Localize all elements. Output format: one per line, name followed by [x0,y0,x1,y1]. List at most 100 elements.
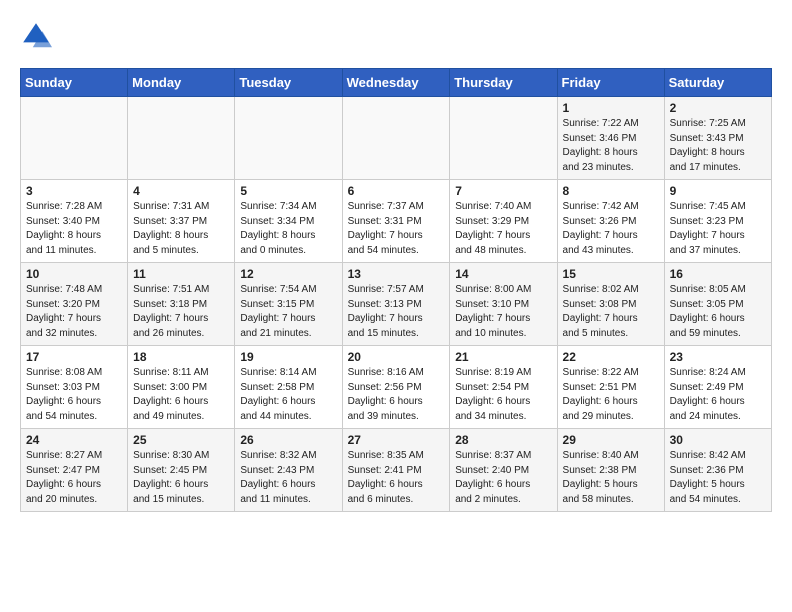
day-info: Sunrise: 8:24 AM Sunset: 2:49 PM Dayligh… [670,366,766,424]
day-number: 30 [670,433,766,447]
page: SundayMondayTuesdayWednesdayThursdayFrid… [0,0,792,522]
day-number: 19 [240,350,336,364]
day-number: 12 [240,267,336,281]
calendar-day-header: Thursday [450,69,557,97]
day-info: Sunrise: 7:25 AM Sunset: 3:43 PM Dayligh… [670,117,766,175]
calendar-cell: 13 Sunrise: 7:57 AM Sunset: 3:13 PM Dayli… [342,263,450,346]
day-info: Sunrise: 8:22 AM Sunset: 2:51 PM Dayligh… [563,366,659,424]
day-number: 15 [563,267,659,281]
day-info: Sunrise: 8:27 AM Sunset: 2:47 PM Dayligh… [26,449,122,507]
calendar-header-row: SundayMondayTuesdayWednesdayThursdayFrid… [21,69,772,97]
calendar-cell: 24 Sunrise: 8:27 AM Sunset: 2:47 PM Dayli… [21,429,128,512]
logo [20,20,56,52]
day-info: Sunrise: 7:48 AM Sunset: 3:20 PM Dayligh… [26,283,122,341]
calendar-day-header: Sunday [21,69,128,97]
calendar-day-header: Friday [557,69,664,97]
day-number: 18 [133,350,229,364]
day-info: Sunrise: 7:51 AM Sunset: 3:18 PM Dayligh… [133,283,229,341]
day-number: 26 [240,433,336,447]
day-info: Sunrise: 7:37 AM Sunset: 3:31 PM Dayligh… [348,200,445,258]
calendar-cell: 10 Sunrise: 7:48 AM Sunset: 3:20 PM Dayli… [21,263,128,346]
calendar-cell: 23 Sunrise: 8:24 AM Sunset: 2:49 PM Dayli… [664,346,771,429]
calendar-cell: 20 Sunrise: 8:16 AM Sunset: 2:56 PM Dayli… [342,346,450,429]
calendar-cell: 19 Sunrise: 8:14 AM Sunset: 2:58 PM Dayli… [235,346,342,429]
calendar-week-row: 1 Sunrise: 7:22 AM Sunset: 3:46 PM Daylig… [21,97,772,180]
day-info: Sunrise: 8:35 AM Sunset: 2:41 PM Dayligh… [348,449,445,507]
calendar-cell [235,97,342,180]
day-number: 24 [26,433,122,447]
day-number: 22 [563,350,659,364]
calendar-day-header: Saturday [664,69,771,97]
day-info: Sunrise: 8:32 AM Sunset: 2:43 PM Dayligh… [240,449,336,507]
day-info: Sunrise: 8:02 AM Sunset: 3:08 PM Dayligh… [563,283,659,341]
day-info: Sunrise: 7:42 AM Sunset: 3:26 PM Dayligh… [563,200,659,258]
calendar-cell: 7Sunrise: 7:40 AM Sunset: 3:29 PM Daylig… [450,180,557,263]
calendar-cell: 5Sunrise: 7:34 AM Sunset: 3:34 PM Daylig… [235,180,342,263]
day-number: 2 [670,101,766,115]
calendar-week-row: 24 Sunrise: 8:27 AM Sunset: 2:47 PM Dayli… [21,429,772,512]
calendar-day-header: Monday [128,69,235,97]
day-number: 8 [563,184,659,198]
day-info: Sunrise: 8:11 AM Sunset: 3:00 PM Dayligh… [133,366,229,424]
day-number: 10 [26,267,122,281]
calendar-cell: 3 Sunrise: 7:28 AM Sunset: 3:40 PM Daylig… [21,180,128,263]
day-number: 21 [455,350,551,364]
calendar-cell: 14Sunrise: 8:00 AM Sunset: 3:10 PM Dayli… [450,263,557,346]
calendar-cell: 28 Sunrise: 8:37 AM Sunset: 2:40 PM Dayli… [450,429,557,512]
day-info: Sunrise: 7:28 AM Sunset: 3:40 PM Dayligh… [26,200,122,258]
calendar-cell: 2 Sunrise: 7:25 AM Sunset: 3:43 PM Daylig… [664,97,771,180]
calendar-cell: 16 Sunrise: 8:05 AM Sunset: 3:05 PM Dayli… [664,263,771,346]
day-number: 3 [26,184,122,198]
day-number: 7 [455,184,551,198]
day-info: Sunrise: 7:22 AM Sunset: 3:46 PM Dayligh… [563,117,659,175]
calendar-cell: 21 Sunrise: 8:19 AM Sunset: 2:54 PM Dayli… [450,346,557,429]
day-info: Sunrise: 7:54 AM Sunset: 3:15 PM Dayligh… [240,283,336,341]
day-info: Sunrise: 8:42 AM Sunset: 2:36 PM Dayligh… [670,449,766,507]
day-info: Sunrise: 8:16 AM Sunset: 2:56 PM Dayligh… [348,366,445,424]
calendar-cell: 27 Sunrise: 8:35 AM Sunset: 2:41 PM Dayli… [342,429,450,512]
day-info: Sunrise: 8:37 AM Sunset: 2:40 PM Dayligh… [455,449,551,507]
day-number: 16 [670,267,766,281]
calendar-cell: 18 Sunrise: 8:11 AM Sunset: 3:00 PM Dayli… [128,346,235,429]
day-number: 5 [240,184,336,198]
calendar-cell [21,97,128,180]
calendar-cell: 11 Sunrise: 7:51 AM Sunset: 3:18 PM Dayli… [128,263,235,346]
calendar-cell: 9 Sunrise: 7:45 AM Sunset: 3:23 PM Daylig… [664,180,771,263]
calendar-cell: 8 Sunrise: 7:42 AM Sunset: 3:26 PM Daylig… [557,180,664,263]
calendar-cell: 6 Sunrise: 7:37 AM Sunset: 3:31 PM Daylig… [342,180,450,263]
day-number: 4 [133,184,229,198]
calendar-cell: 22 Sunrise: 8:22 AM Sunset: 2:51 PM Dayli… [557,346,664,429]
calendar-cell: 4Sunrise: 7:31 AM Sunset: 3:37 PM Daylig… [128,180,235,263]
calendar-cell: 25 Sunrise: 8:30 AM Sunset: 2:45 PM Dayli… [128,429,235,512]
calendar-cell: 30 Sunrise: 8:42 AM Sunset: 2:36 PM Dayli… [664,429,771,512]
calendar-cell: 17 Sunrise: 8:08 AM Sunset: 3:03 PM Dayli… [21,346,128,429]
day-number: 17 [26,350,122,364]
day-number: 29 [563,433,659,447]
day-number: 9 [670,184,766,198]
day-number: 27 [348,433,445,447]
day-number: 23 [670,350,766,364]
calendar-cell: 12 Sunrise: 7:54 AM Sunset: 3:15 PM Dayli… [235,263,342,346]
day-info: Sunrise: 8:30 AM Sunset: 2:45 PM Dayligh… [133,449,229,507]
day-info: Sunrise: 8:00 AM Sunset: 3:10 PM Dayligh… [455,283,551,341]
day-number: 28 [455,433,551,447]
day-info: Sunrise: 7:45 AM Sunset: 3:23 PM Dayligh… [670,200,766,258]
calendar-day-header: Wednesday [342,69,450,97]
calendar-cell: 1 Sunrise: 7:22 AM Sunset: 3:46 PM Daylig… [557,97,664,180]
day-info: Sunrise: 8:40 AM Sunset: 2:38 PM Dayligh… [563,449,659,507]
day-info: Sunrise: 8:05 AM Sunset: 3:05 PM Dayligh… [670,283,766,341]
day-number: 13 [348,267,445,281]
day-number: 1 [563,101,659,115]
day-number: 20 [348,350,445,364]
day-number: 25 [133,433,229,447]
calendar-cell [450,97,557,180]
day-info: Sunrise: 8:08 AM Sunset: 3:03 PM Dayligh… [26,366,122,424]
calendar-week-row: 10 Sunrise: 7:48 AM Sunset: 3:20 PM Dayli… [21,263,772,346]
calendar-week-row: 17 Sunrise: 8:08 AM Sunset: 3:03 PM Dayli… [21,346,772,429]
day-number: 6 [348,184,445,198]
logo-icon [20,20,52,52]
day-info: Sunrise: 7:57 AM Sunset: 3:13 PM Dayligh… [348,283,445,341]
day-number: 11 [133,267,229,281]
day-info: Sunrise: 8:14 AM Sunset: 2:58 PM Dayligh… [240,366,336,424]
day-info: Sunrise: 8:19 AM Sunset: 2:54 PM Dayligh… [455,366,551,424]
